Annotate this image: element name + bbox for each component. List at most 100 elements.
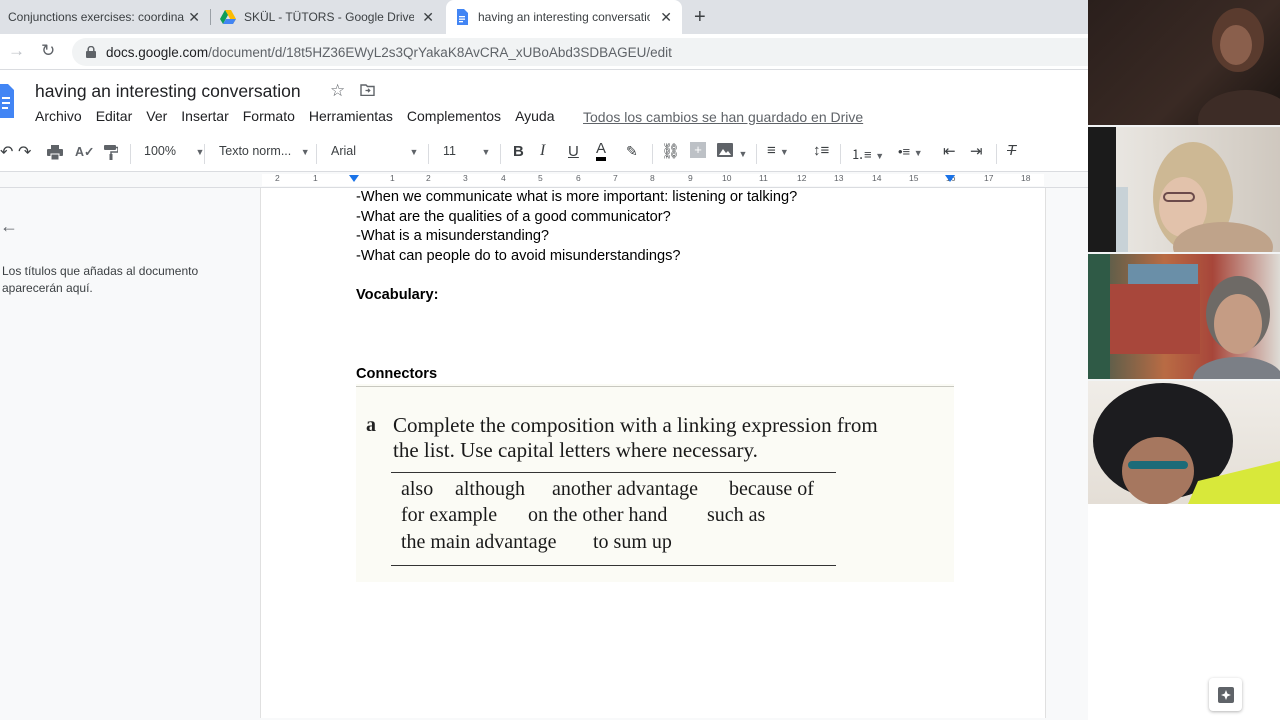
menu-archivo[interactable]: Archivo [35,108,82,124]
ruler-tick: 7 [613,173,618,183]
participant-image [1093,383,1280,504]
close-icon[interactable]: ✕ [422,9,434,26]
menu-editar[interactable]: Editar [96,108,133,124]
menu-ver[interactable]: Ver [146,108,167,124]
undo-icon[interactable]: ↶ [0,142,13,162]
close-icon[interactable]: ✕ [660,9,672,26]
video-tile-participant-1 [1088,0,1280,125]
paint-format-icon[interactable] [104,145,118,160]
menu-bar: Archivo Editar Ver Insertar Formato Herr… [35,108,569,124]
lock-icon [86,46,96,58]
word-item: on the other hand [528,504,668,526]
right-indent-marker[interactable] [945,175,955,182]
left-indent-marker[interactable] [349,175,359,182]
tab-title: Conjunctions exercises: coordina [8,10,185,24]
address-bar: → ↻ docs.google.com/document/d/18t5HZ36E… [0,34,1088,70]
url-input[interactable]: docs.google.com/document/d/18t5HZ36EWyL2… [72,38,1088,66]
redo-icon[interactable]: ↷ [18,142,31,162]
ruler-tick: 17 [984,173,994,183]
url-domain: docs.google.com [106,44,209,60]
exercise-letter: a [366,414,376,436]
paragraph-style-value: Texto norm... [219,144,292,158]
print-icon[interactable] [47,145,63,160]
decrease-indent-icon[interactable]: ⇤ [943,142,956,160]
underline-icon[interactable]: U [568,143,579,160]
word-item: for example [401,504,498,526]
line-spacing-icon[interactable]: ↕≡ [813,142,829,159]
docs-logo-icon[interactable] [0,84,14,118]
vocabulary-heading: Vocabulary: [356,287,439,303]
exercise-instruction-line: Complete the composition with a linking … [393,413,878,437]
text-color-icon[interactable]: A [596,141,607,161]
new-tab-icon[interactable]: + [694,6,706,29]
star-icon[interactable]: ☆ [330,81,345,101]
zoom-value: 100% [144,144,176,158]
italic-icon[interactable]: I [540,142,545,160]
clear-formatting-icon[interactable]: T [1007,142,1016,159]
divider [356,386,954,387]
chevron-down-icon: ▼ [481,147,491,157]
word-item: although [455,478,525,500]
question-line: -What is a misunderstanding? [356,228,550,244]
bold-icon[interactable]: B [513,143,524,160]
explore-button[interactable] [1209,678,1242,711]
chevron-down-icon: ▼ [409,147,419,157]
exercise-instruction-line: the list. Use capital letters where nece… [393,438,758,462]
increase-indent-icon[interactable]: ⇥ [970,142,983,160]
explore-icon [1217,686,1234,703]
forward-icon[interactable]: → [8,41,25,61]
align-icon[interactable]: ≡ ▼ [767,142,789,159]
menu-insertar[interactable]: Insertar [181,108,228,124]
menu-complementos[interactable]: Complementos [407,108,501,124]
word-item: another advantage [552,478,699,500]
save-status-link[interactable]: Todos los cambios se han guardado en Dri… [583,109,863,125]
ruler-tick: 18 [1021,173,1031,183]
ruler-tick: 4 [501,173,506,183]
tab-conjunctions[interactable]: Conjunctions exercises: coordina ✕ [0,0,210,34]
close-outline-icon[interactable]: ← [0,216,18,237]
ruler-tick: 1 [313,173,318,183]
ruler[interactable]: 2 1 1 2 3 4 5 6 7 8 9 10 11 12 13 14 15 … [0,172,1088,188]
font-value: Arial [331,144,357,158]
google-drive-icon [220,10,236,24]
highlight-icon[interactable]: ✎ [626,143,638,160]
exercise-image[interactable]: a Complete the composition with a linkin… [356,384,954,582]
spellcheck-icon[interactable]: A✓ [75,144,95,159]
formatting-toolbar: ↶ ↷ A✓ 100% ▼ Texto norm... ▼ Arial ▼ 11… [0,134,1088,172]
screen: Conjunctions exercises: coordina ✕ SKÜL … [0,0,1280,720]
bulleted-list-icon[interactable]: •≡ ▼ [898,144,923,159]
word-item: also [401,478,434,500]
paragraph-style-select[interactable]: Texto norm... ▼ [219,144,310,158]
question-line: -What are the qualities of a good commun… [356,209,671,225]
participant-image [1198,8,1280,125]
menu-ayuda[interactable]: Ayuda [515,108,554,124]
close-icon[interactable]: ✕ [188,9,200,26]
video-tile-participant-3 [1088,254,1280,379]
add-comment-icon[interactable]: + [690,142,706,158]
toolbar-divider [204,144,205,164]
menu-formato[interactable]: Formato [243,108,295,124]
menu-herramientas[interactable]: Herramientas [309,108,393,124]
toolbar-divider [130,144,131,164]
ruler-tick: 11 [759,173,768,183]
tab-document[interactable]: having an interesting conversatio ✕ [446,0,682,34]
google-docs-icon [457,9,468,25]
ruler-tick: 12 [797,173,807,183]
numbered-list-icon[interactable]: ⒈≡ ▼ [851,144,884,163]
document-title[interactable]: having an interesting conversation [35,81,301,102]
word-item: the main advantage [401,531,557,553]
toolbar-divider [840,144,841,164]
ruler-tick: 6 [576,173,581,183]
insert-image-icon[interactable]: ▼ [717,143,747,160]
font-size-select[interactable]: 11 ▼ [443,144,490,158]
tab-google-drive[interactable]: SKÜL - TÜTORS - Google Drive ✕ [212,0,444,34]
font-select[interactable]: Arial ▼ [331,144,418,158]
chevron-down-icon: ▼ [779,147,789,157]
link-icon[interactable]: ⛓ [661,142,680,160]
reload-icon[interactable]: ↻ [41,41,55,61]
tab-divider [210,9,211,25]
zoom-select[interactable]: 100% ▼ [144,144,204,158]
document-page[interactable]: -When we communicate what is more import… [260,188,1046,718]
ruler-tick: 8 [650,173,655,183]
move-folder-icon[interactable] [360,84,375,96]
